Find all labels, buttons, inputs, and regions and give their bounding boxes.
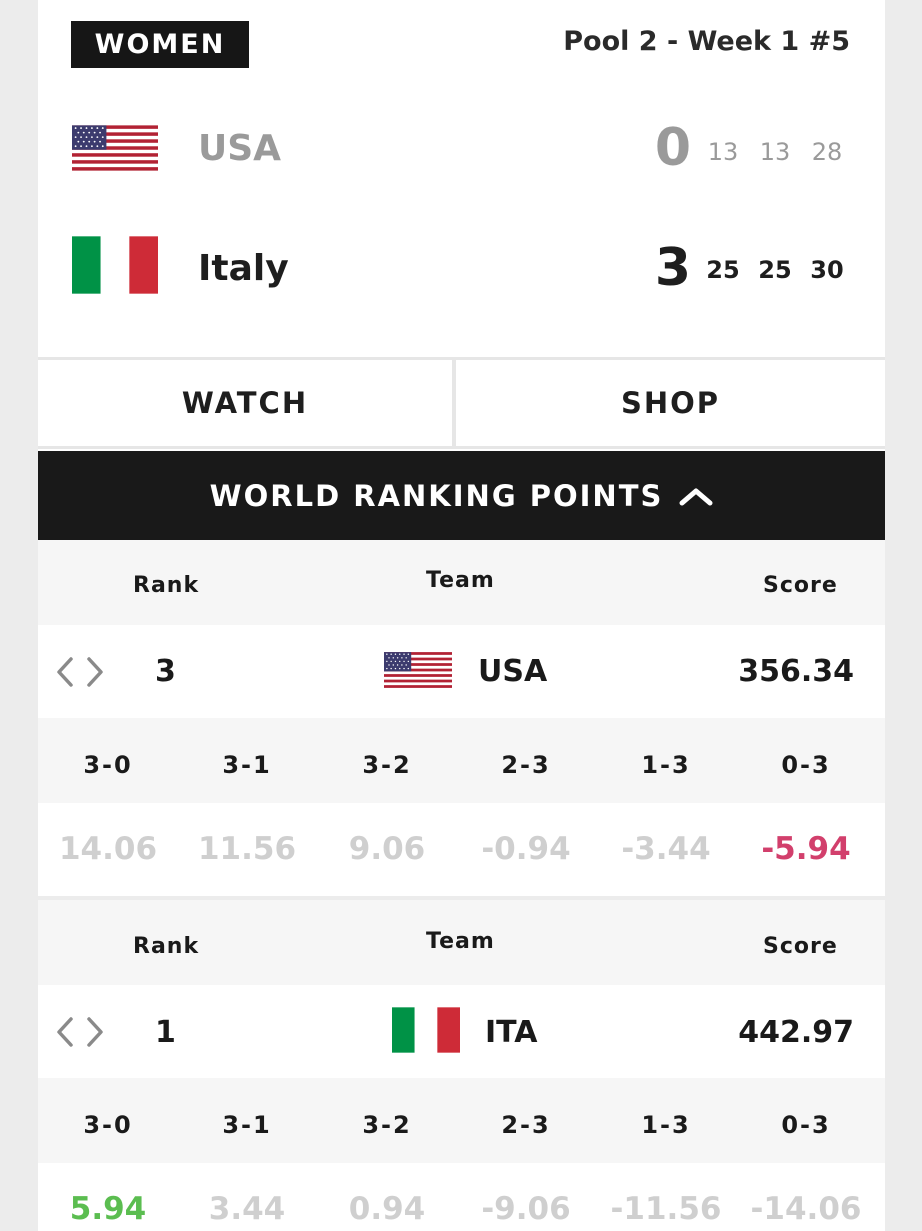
- result-label: 3-1: [222, 1111, 272, 1139]
- watch-button[interactable]: WATCH: [38, 360, 452, 446]
- score-header: Score: [763, 573, 838, 598]
- rank-change-arrows-icon[interactable]: [54, 1016, 106, 1048]
- set-score: 25: [758, 256, 792, 284]
- points-value: -0.94: [481, 831, 571, 867]
- rank-value: 3: [155, 654, 176, 689]
- team-name: Italy: [198, 248, 289, 289]
- points-value-highlight: 5.94: [69, 1191, 147, 1227]
- team-code: ITA: [485, 1015, 538, 1050]
- ranking-row-usa: 3 USA 356.34: [38, 625, 885, 718]
- points-value: -3.44: [621, 831, 711, 867]
- team-header: Team: [426, 568, 495, 593]
- chevron-up-icon: [679, 488, 713, 505]
- set-score: 28: [811, 138, 843, 166]
- result-label: 1-3: [641, 1111, 691, 1139]
- italy-flag-icon: [72, 236, 158, 294]
- ranking-header: Rank Team Score: [38, 540, 885, 625]
- set-score: 30: [810, 256, 844, 284]
- sets-won: 3: [654, 238, 692, 298]
- points-value-highlight: -5.94: [761, 831, 851, 867]
- result-label: 2-3: [501, 751, 551, 779]
- set-score: 13: [707, 138, 739, 166]
- italy-flag-icon: [392, 1007, 460, 1053]
- team-name: USA: [198, 128, 282, 169]
- points-value: -11.56: [610, 1191, 722, 1227]
- wrp-title: WORLD RANKING POINTS: [209, 478, 664, 513]
- points-value: 11.56: [197, 831, 297, 867]
- points-value: 3.44: [208, 1191, 286, 1227]
- team-header: Team: [426, 929, 495, 954]
- result-label: 1-3: [641, 751, 691, 779]
- result-label: 0-3: [781, 751, 831, 779]
- points-row-usa: 14.06 11.56 9.06 -0.94 -3.44 -5.94: [38, 803, 885, 896]
- points-value: 14.06: [58, 831, 158, 867]
- result-label: 3-2: [362, 1111, 412, 1139]
- points-value: 0.94: [348, 1191, 426, 1227]
- team-score: 442.97: [738, 1015, 854, 1050]
- ranking-header: Rank Team Score: [38, 900, 885, 985]
- team-code: USA: [478, 654, 548, 689]
- points-value: 9.06: [348, 831, 426, 867]
- rank-header: Rank: [133, 934, 200, 959]
- sets-won: 0: [654, 118, 692, 178]
- pool-label: Pool 2 - Week 1 #5: [563, 26, 850, 57]
- shop-button[interactable]: SHOP: [456, 360, 885, 446]
- world-ranking-points-toggle[interactable]: WORLD RANKING POINTS: [38, 451, 885, 540]
- results-header-row: 3-0 3-1 3-2 2-3 1-3 0-3: [38, 718, 885, 803]
- result-label: 0-3: [781, 1111, 831, 1139]
- result-label: 3-0: [83, 751, 133, 779]
- usa-flag-icon: [72, 119, 158, 177]
- ranking-row-ita: 1 ITA 442.97: [38, 985, 885, 1078]
- results-header-row: 3-0 3-1 3-2 2-3 1-3 0-3: [38, 1078, 885, 1163]
- rank-change-arrows-icon[interactable]: [54, 656, 106, 688]
- result-label: 3-1: [222, 751, 272, 779]
- result-label: 2-3: [501, 1111, 551, 1139]
- match-card: WOMEN Pool 2 - Week 1 #5 USA 0 13 13 28 …: [38, 0, 885, 1231]
- set-score: 25: [706, 256, 740, 284]
- team-row-usa: USA 0 13 13 28: [38, 110, 885, 190]
- result-label: 3-2: [362, 751, 412, 779]
- rank-value: 1: [155, 1015, 176, 1050]
- usa-flag-icon: [384, 647, 452, 693]
- team-row-italy: Italy 3 25 25 30: [38, 228, 885, 308]
- points-value: -9.06: [481, 1191, 571, 1227]
- result-label: 3-0: [83, 1111, 133, 1139]
- rank-header: Rank: [133, 573, 200, 598]
- action-buttons: WATCH SHOP: [38, 357, 885, 449]
- points-value: -14.06: [750, 1191, 862, 1227]
- team-score: 356.34: [738, 654, 854, 689]
- points-row-ita: 5.94 3.44 0.94 -9.06 -11.56 -14.06: [38, 1163, 885, 1231]
- score-header: Score: [763, 934, 838, 959]
- set-score: 13: [759, 138, 791, 166]
- category-badge: WOMEN: [71, 21, 249, 68]
